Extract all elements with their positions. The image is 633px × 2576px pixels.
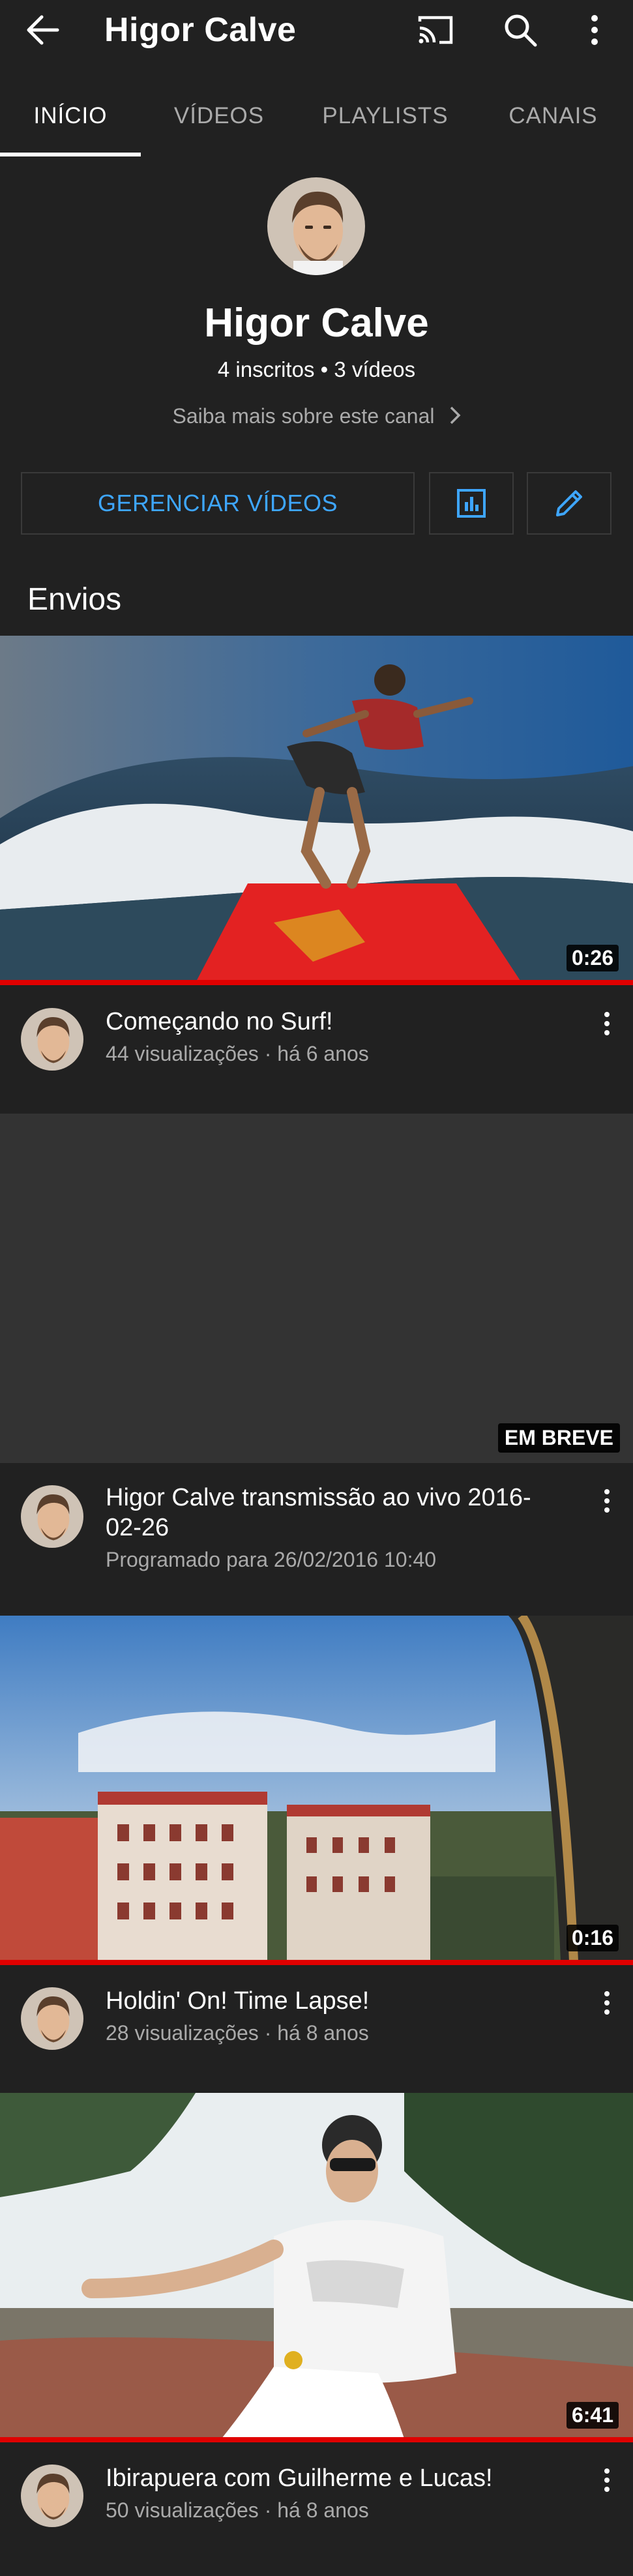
pencil-icon bbox=[556, 490, 582, 516]
back-button[interactable] bbox=[23, 12, 63, 48]
chevron-right-icon bbox=[449, 406, 461, 430]
video-duration-1: 0:26 bbox=[566, 945, 619, 971]
more-vert-icon bbox=[591, 15, 598, 45]
top-app-bar: Higor Calve bbox=[0, 0, 633, 60]
tab-inicio[interactable]: INÍCIO bbox=[0, 87, 141, 156]
video-title-4[interactable]: Ibirapuera com Guilherme e Lucas! bbox=[106, 2463, 562, 2493]
watch-progress-bar-1 bbox=[0, 980, 633, 985]
channel-tabs: INÍCIO VÍDEOS PLAYLISTS CANAIS bbox=[0, 87, 633, 156]
manage-videos-button[interactable]: GERENCIAR VÍDEOS bbox=[21, 472, 415, 535]
video-meta-2: Programado para 26/02/2016 10:40 bbox=[106, 1548, 437, 1571]
video-thumbnail-3[interactable] bbox=[0, 1616, 633, 1961]
upcoming-badge: EM BREVE bbox=[497, 1423, 620, 1453]
more-options-button[interactable] bbox=[574, 9, 615, 51]
video-channel-avatar-3[interactable] bbox=[21, 1987, 83, 2050]
video-more-button-1[interactable] bbox=[594, 1004, 620, 1043]
video-more-button-2[interactable] bbox=[594, 1481, 620, 1520]
more-vert-icon bbox=[604, 1012, 610, 1035]
watch-progress-bar-4 bbox=[0, 2437, 633, 2442]
channel-avatar[interactable] bbox=[267, 177, 365, 275]
more-vert-icon bbox=[604, 1489, 610, 1513]
analytics-icon bbox=[457, 489, 486, 518]
channel-title: Higor Calve bbox=[104, 11, 297, 49]
more-vert-icon bbox=[604, 2468, 610, 2492]
video-channel-avatar-4[interactable] bbox=[21, 2465, 83, 2527]
video-title-2[interactable]: Higor Calve transmissão ao vivo 2016-02-… bbox=[106, 1483, 562, 1543]
edit-channel-button[interactable] bbox=[527, 472, 611, 535]
about-channel-link[interactable]: Saiba mais sobre este canal bbox=[0, 404, 633, 430]
more-vert-icon bbox=[604, 1991, 610, 2015]
video-more-button-4[interactable] bbox=[594, 2461, 620, 2500]
cast-icon bbox=[418, 16, 453, 44]
search-button[interactable] bbox=[499, 9, 541, 51]
watch-progress-bar-3 bbox=[0, 1960, 633, 1965]
channel-name: Higor Calve bbox=[204, 301, 429, 346]
video-more-button-3[interactable] bbox=[594, 1983, 620, 2022]
video-thumbnail-1[interactable] bbox=[0, 636, 633, 983]
tab-playlists[interactable]: PLAYLISTS bbox=[297, 87, 473, 156]
video-duration-4: 6:41 bbox=[566, 2402, 619, 2429]
about-channel-label: Saiba mais sobre este canal bbox=[172, 404, 435, 428]
video-meta-4: 50 visualizações · há 8 anos bbox=[106, 2498, 369, 2522]
video-meta-3: 28 visualizações · há 8 anos bbox=[106, 2021, 369, 2045]
section-title-uploads: Envios bbox=[27, 582, 122, 617]
channel-stats: 4 inscritos • 3 vídeos bbox=[217, 357, 416, 381]
video-thumbnail-2[interactable] bbox=[0, 1114, 633, 1463]
analytics-button[interactable] bbox=[429, 472, 514, 535]
video-title-3[interactable]: Holdin' On! Time Lapse! bbox=[106, 1986, 562, 2016]
arrow-left-icon bbox=[27, 15, 59, 45]
video-channel-avatar-2[interactable] bbox=[21, 1485, 83, 1548]
video-title-1[interactable]: Começando no Surf! bbox=[106, 1007, 562, 1037]
search-icon bbox=[505, 14, 537, 47]
video-meta-1: 44 visualizações · há 6 anos bbox=[106, 1042, 369, 1065]
cast-button[interactable] bbox=[415, 9, 456, 51]
tab-videos[interactable]: VÍDEOS bbox=[141, 87, 297, 156]
video-thumbnail-4[interactable] bbox=[0, 2093, 633, 2438]
tab-canais[interactable]: CANAIS bbox=[473, 87, 633, 156]
video-duration-3: 0:16 bbox=[566, 1925, 619, 1951]
video-channel-avatar-1[interactable] bbox=[21, 1008, 83, 1071]
